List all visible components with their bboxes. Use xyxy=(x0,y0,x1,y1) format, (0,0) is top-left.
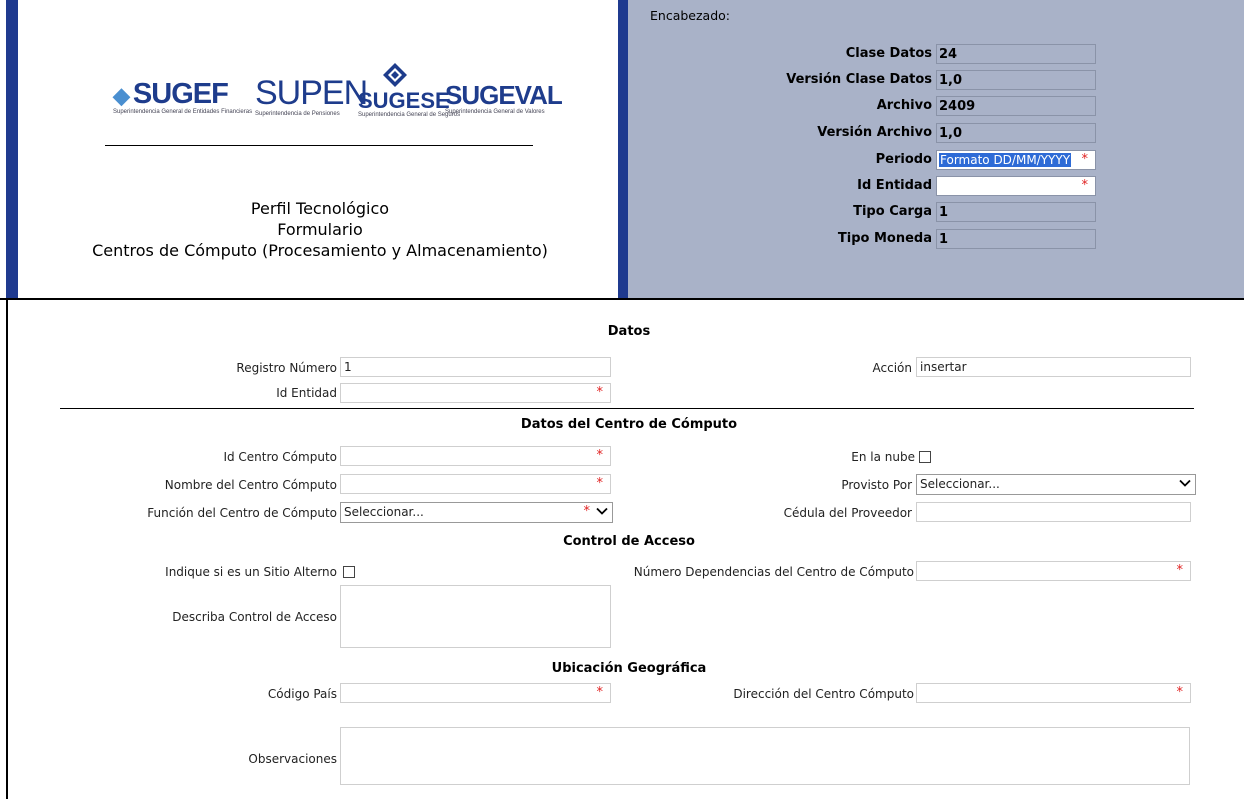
direccion-centro-label: Dirección del Centro Cómputo xyxy=(733,687,914,701)
id-entidad-label: Id Entidad xyxy=(276,386,337,400)
id-entidad-header-label: Id Entidad xyxy=(857,178,932,193)
archivo-label: Archivo xyxy=(876,98,932,113)
funcion-required-mark: * xyxy=(583,504,591,519)
funcion-centro-computo-label: Función del Centro de Cómputo xyxy=(147,506,337,520)
accion-input[interactable]: insertar xyxy=(916,357,1191,377)
periodo-selected-text: Formato DD/MM/YYYY xyxy=(939,153,1072,167)
logos: ◆ SUGEF Superintendencia General de Entid… xyxy=(105,60,565,130)
funcion-centro-computo-select[interactable]: Seleccionar... * xyxy=(340,502,613,523)
codigo-pais-input[interactable]: * xyxy=(340,683,611,703)
section-acceso-title: Control de Acceso xyxy=(563,534,695,549)
provisto-por-value: Seleccionar... xyxy=(920,477,1000,491)
accion-label: Acción xyxy=(872,361,912,375)
funcion-value: Seleccionar... xyxy=(344,505,424,519)
provisto-por-select[interactable]: Seleccionar... xyxy=(916,474,1196,495)
sugese-logo-mark-icon xyxy=(383,63,407,87)
sitio-alterno-checkbox[interactable] xyxy=(343,566,355,578)
sugef-subtitle: Superintendencia General de Entidades Fi… xyxy=(113,109,253,115)
form-title: Perfil Tecnológico Formulario Centros de… xyxy=(0,198,640,261)
tipo-moneda-label: Tipo Moneda xyxy=(837,231,932,246)
sugeval-logo: SUGEVAL Superintendencia General de Valo… xyxy=(445,80,563,115)
section-ubicacion-title: Ubicación Geográfica xyxy=(551,661,707,676)
header-bottom-border xyxy=(0,298,1244,300)
version-archivo-label: Versión Archivo xyxy=(817,125,932,140)
numero-dependencias-label: Número Dependencias del Centro de Cómput… xyxy=(633,565,914,579)
archivo-field[interactable]: 2409 xyxy=(936,96,1096,116)
version-clase-datos-field[interactable]: 1,0 xyxy=(936,70,1096,90)
sitio-alterno-label: Indique si es un Sitio Alterno xyxy=(165,565,337,579)
section-centro-title: Datos del Centro de Cómputo xyxy=(520,417,738,432)
cedula-proveedor-input[interactable] xyxy=(916,502,1191,522)
periodo-field[interactable]: Formato DD/MM/YYYY * xyxy=(936,150,1096,170)
codigo-pais-label: Código País xyxy=(267,687,337,701)
clase-datos-label: Clase Datos xyxy=(845,46,932,61)
control-acceso-textarea[interactable] xyxy=(340,585,611,648)
logo-divider xyxy=(105,145,533,146)
version-clase-datos-label: Versión Clase Datos xyxy=(786,72,932,87)
dependencias-required-mark: * xyxy=(1176,563,1184,578)
clase-datos-field[interactable]: 24 xyxy=(936,44,1096,64)
en-la-nube-checkbox[interactable] xyxy=(919,451,931,463)
id-entidad-header-field[interactable]: * xyxy=(936,176,1096,196)
periodo-label: Periodo xyxy=(875,152,932,167)
id-entidad-header-required-mark: * xyxy=(1081,178,1089,193)
title-line-1: Perfil Tecnológico xyxy=(250,199,390,218)
codigo-pais-required-mark: * xyxy=(596,685,604,700)
sugeval-subtitle: Superintendencia General de Valores xyxy=(445,109,545,115)
tipo-carga-label: Tipo Carga xyxy=(853,204,932,219)
form-header: ◆ SUGEF Superintendencia General de Entid… xyxy=(0,0,1244,300)
cedula-proveedor-label: Cédula del Proveedor xyxy=(783,506,912,520)
chevron-down-icon xyxy=(596,507,608,515)
version-archivo-field[interactable]: 1,0 xyxy=(936,123,1096,143)
supen-logo: SUPEN Superintendencia de Pensiones xyxy=(255,74,368,117)
tipo-carga-field[interactable]: 1 xyxy=(936,202,1096,222)
registro-numero-label: Registro Número xyxy=(236,361,337,375)
registro-numero-input[interactable]: 1 xyxy=(340,357,611,377)
numero-dependencias-input[interactable]: * xyxy=(916,561,1191,581)
title-line-3: Centros de Cómputo (Procesamiento y Alma… xyxy=(92,241,548,260)
id-centro-computo-input[interactable]: * xyxy=(340,446,611,466)
tipo-moneda-field[interactable]: 1 xyxy=(936,229,1096,249)
title-line-2: Formulario xyxy=(277,220,363,239)
form-left-border xyxy=(6,300,8,799)
id-centro-computo-label: Id Centro Cómputo xyxy=(223,450,337,464)
observaciones-textarea[interactable] xyxy=(340,727,1190,785)
observaciones-label: Observaciones xyxy=(248,752,337,766)
nombre-centro-computo-label: Nombre del Centro Cómputo xyxy=(164,478,337,492)
sugef-mark-icon: ◆ xyxy=(113,83,130,108)
id-centro-required-mark: * xyxy=(596,448,604,463)
id-entidad-input[interactable]: * xyxy=(340,383,611,403)
section-separator xyxy=(60,408,1194,409)
periodo-required-mark: * xyxy=(1081,152,1089,167)
nombre-centro-required-mark: * xyxy=(596,476,604,491)
nombre-centro-computo-input[interactable]: * xyxy=(340,474,611,494)
control-acceso-label: Describa Control de Acceso xyxy=(172,610,337,624)
header-caption: Encabezado: xyxy=(650,8,730,23)
chevron-down-icon xyxy=(1179,479,1191,487)
section-datos-title: Datos xyxy=(607,324,651,339)
id-entidad-required-mark: * xyxy=(596,385,604,400)
en-la-nube-label: En la nube xyxy=(851,450,915,464)
sugef-logo: ◆ SUGEF Superintendencia General de Entid… xyxy=(113,78,253,115)
direccion-centro-input[interactable]: * xyxy=(916,683,1191,703)
provisto-por-label: Provisto Por xyxy=(841,478,912,492)
direccion-required-mark: * xyxy=(1176,685,1184,700)
